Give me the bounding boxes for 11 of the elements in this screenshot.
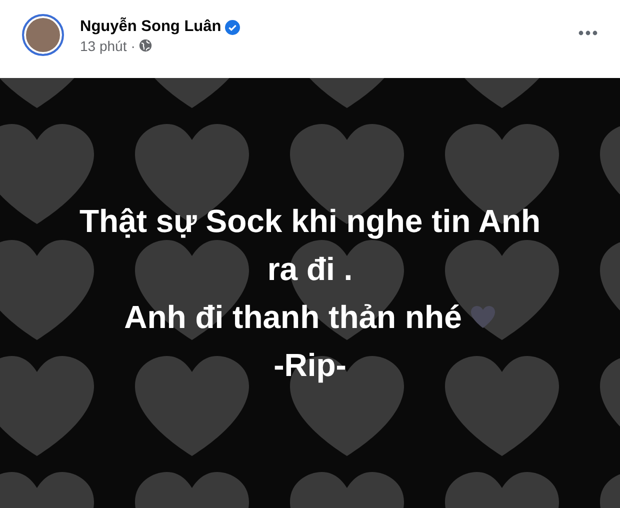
- image-text-line: Anh đi thanh thản nhé: [124, 298, 462, 337]
- more-options-icon[interactable]: [578, 30, 598, 36]
- avatar[interactable]: [22, 14, 64, 56]
- heart-icon: [470, 305, 496, 329]
- image-text-line: -Rip-: [274, 346, 346, 385]
- separator: ·: [130, 36, 136, 55]
- image-text-line: Thật sự Sock khi nghe tin Anh: [79, 202, 541, 241]
- post-time[interactable]: 13 phút: [80, 36, 127, 55]
- author-name[interactable]: Nguyễn Song Luân: [80, 18, 222, 37]
- globe-icon: [139, 39, 152, 52]
- image-text-line: ra đi .: [267, 250, 353, 289]
